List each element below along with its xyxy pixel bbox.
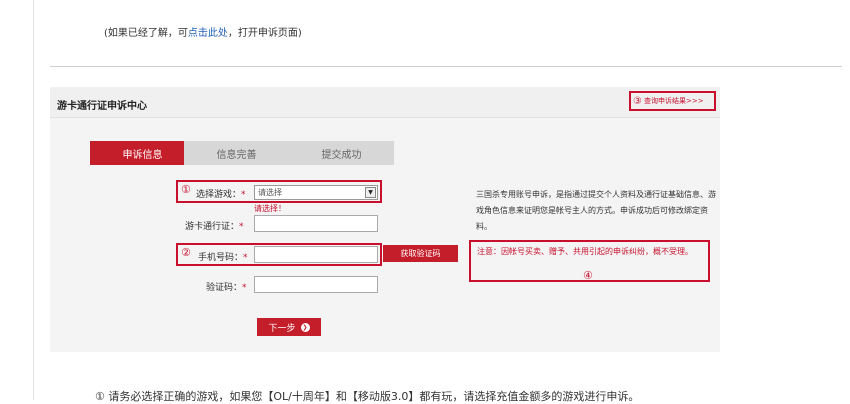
- query-result-link[interactable]: ③ 查询申诉结果>>>: [629, 91, 716, 111]
- query-result-label: 查询申诉结果>>>: [643, 97, 704, 105]
- code-input[interactable]: [254, 276, 378, 293]
- get-code-button[interactable]: 获取验证码: [383, 245, 458, 262]
- next-button[interactable]: 下一步 ❯: [257, 318, 321, 336]
- divider: [50, 66, 842, 67]
- annotation-4: ④: [583, 269, 593, 282]
- annotation-3: ③: [633, 95, 642, 107]
- next-button-label: 下一步: [268, 323, 296, 334]
- click-here-link[interactable]: 点击此处: [188, 28, 228, 39]
- game-select[interactable]: 请选择 ▼: [254, 185, 378, 200]
- annotation-1: ①: [181, 183, 191, 196]
- arrow-right-icon: ❯: [300, 322, 310, 332]
- panel-title: 游卡通行证申诉中心: [57, 101, 147, 112]
- dropdown-arrow-icon[interactable]: ▼: [365, 187, 376, 198]
- intro-note: (如果已经了解，可点击此处，打开申诉页面): [104, 24, 302, 39]
- intro-text-end: ，打开申诉页面): [227, 28, 302, 39]
- intro-text: (如果已经了解，可: [104, 28, 188, 39]
- notice-text: 注意：因帐号买卖、赠予、共用引起的申诉纠纷，概不受理。: [477, 247, 693, 256]
- account-label: 游卡通行证：*: [185, 222, 244, 232]
- account-input[interactable]: [254, 215, 378, 232]
- bottom-note: ① 请务必选择正确的游戏，如果您【OL/十周年】和【移动版3.0】都有玩，请选择…: [95, 390, 640, 403]
- phone-label: 手机号码：*: [198, 253, 248, 263]
- info-text: 三国杀专用账号申诉，是指通过提交个人资料及通行证基础信息、游戏角色信息来证明您是…: [476, 190, 716, 231]
- game-select-value: 请选择: [258, 188, 282, 197]
- step-appeal-info: 申诉信息: [90, 141, 195, 165]
- annotation-2: ②: [181, 246, 191, 259]
- panel-header: [50, 87, 720, 118]
- game-error: 请选择！: [254, 204, 286, 213]
- game-label: 选择游戏：*: [196, 190, 246, 200]
- notice-box: 注意：因帐号买卖、赠予、共用引起的申诉纠纷，概不受理。 ④: [469, 240, 710, 282]
- phone-input[interactable]: [254, 246, 378, 263]
- code-label: 验证码：*: [206, 283, 247, 293]
- left-rule: [33, 0, 34, 400]
- step-info-complete: 信息完善: [184, 141, 289, 165]
- step-submit-success: 提交成功: [289, 141, 394, 165]
